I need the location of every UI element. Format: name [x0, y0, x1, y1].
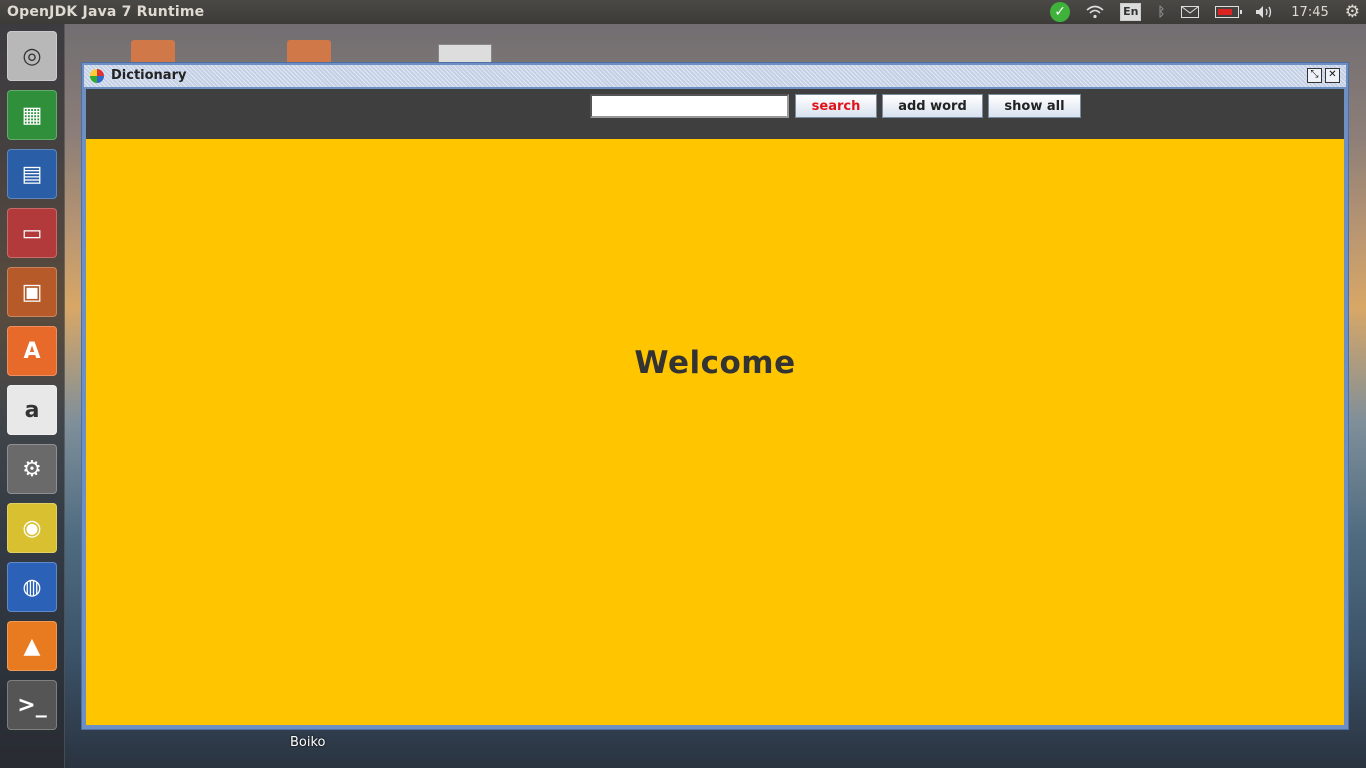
bluetooth-icon[interactable]: ᛒ	[1157, 5, 1165, 20]
search-button[interactable]: search	[795, 94, 877, 118]
battery-icon[interactable]	[1215, 6, 1243, 18]
file-manager-icon[interactable]: ▭	[7, 208, 57, 258]
update-check-icon[interactable]: ✓	[1050, 2, 1071, 22]
ubuntu-dash-icon[interactable]: ◎	[7, 31, 57, 81]
session-gear-icon[interactable]: ⚙	[1345, 2, 1360, 22]
close-button[interactable]: ✕	[1325, 68, 1340, 83]
mail-icon[interactable]	[1181, 6, 1200, 18]
java-app-icon	[90, 69, 104, 83]
window-content: search add word show all Welcome	[86, 89, 1344, 725]
desktop-folder-icon[interactable]	[287, 40, 331, 62]
desktop-file-thumbnail[interactable]	[438, 44, 492, 64]
active-app-title: OpenJDK Java 7 Runtime	[7, 4, 205, 20]
system-settings-icon[interactable]: ⚙	[7, 444, 57, 494]
desktop-item-label[interactable]: Boiko	[290, 735, 326, 750]
top-panel: OpenJDK Java 7 Runtime ✓ En ᛒ 17:45 ⚙	[0, 0, 1366, 24]
window-title-bar[interactable]: Dictionary ⤡ ✕	[84, 65, 1346, 87]
vlc-icon[interactable]: ▲	[7, 621, 57, 671]
keyboard-layout-indicator[interactable]: En	[1120, 3, 1142, 21]
clock[interactable]: 17:45	[1291, 5, 1328, 20]
libreoffice-calc-icon[interactable]: ▦	[7, 90, 57, 140]
desktop-folder-icon[interactable]	[131, 40, 175, 62]
restore-button[interactable]: ⤡	[1307, 68, 1322, 83]
system-tray: ✓ En ᛒ 17:45 ⚙	[1042, 0, 1366, 24]
terminal-icon[interactable]: >_	[7, 680, 57, 730]
window-title: Dictionary	[111, 68, 187, 83]
volume-icon[interactable]	[1255, 5, 1275, 19]
welcome-heading: Welcome	[634, 345, 796, 381]
libreoffice-writer-icon[interactable]: ▤	[7, 149, 57, 199]
libreoffice-impress-icon[interactable]: ▣	[7, 267, 57, 317]
launcher: ◎ ▦ ▤ ▭ ▣ Aa ⚙ ◉ ◍ ▲ >_	[0, 24, 65, 768]
chrome-icon[interactable]: ◉	[7, 503, 57, 553]
toolbar: search add word show all	[86, 89, 1344, 139]
wifi-icon[interactable]	[1086, 5, 1104, 19]
dictionary-window: Dictionary ⤡ ✕ search add word show all …	[81, 62, 1349, 730]
amazon-icon[interactable]: a	[7, 385, 57, 435]
main-panel: Welcome	[86, 139, 1344, 725]
add-word-button[interactable]: add word	[882, 94, 983, 118]
software-center-icon[interactable]: A	[7, 326, 57, 376]
show-all-button[interactable]: show all	[988, 94, 1081, 118]
search-input[interactable]	[590, 94, 789, 118]
google-earth-icon[interactable]: ◍	[7, 562, 57, 612]
